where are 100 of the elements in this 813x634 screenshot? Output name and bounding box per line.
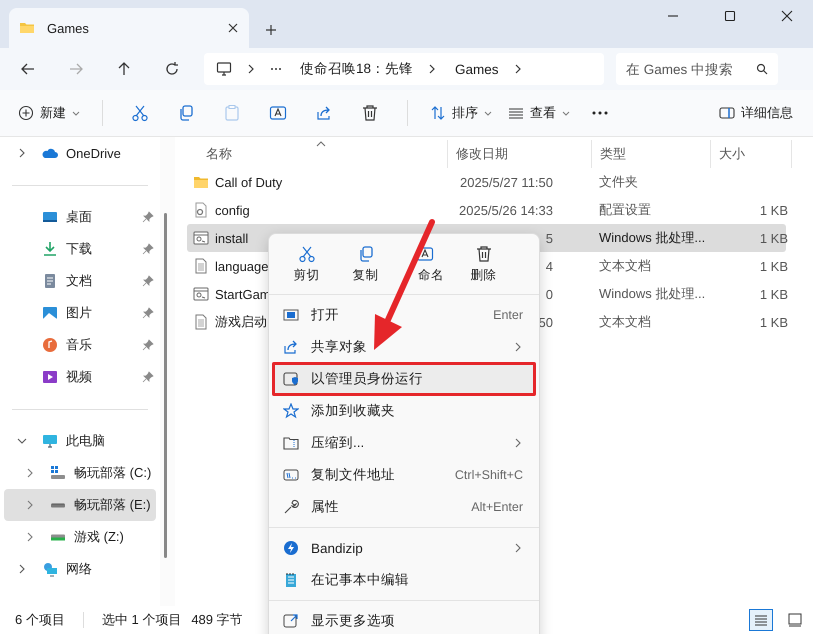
chevron-right-icon [512, 64, 523, 74]
trash-icon[interactable] [361, 104, 379, 122]
wrench-icon [283, 499, 299, 515]
close-icon[interactable] [781, 10, 793, 22]
address-bar[interactable]: 使命召唤18：先锋 Games [204, 53, 604, 85]
file-type: 配置设置 [599, 202, 651, 217]
search-field[interactable]: 在 Games 中搜索 [616, 53, 778, 85]
menu-item[interactable]: 属性 Alt+Enter [273, 491, 535, 523]
chevron-icon[interactable] [25, 500, 35, 510]
drive-icon [50, 465, 66, 481]
copy-action[interactable]: 复制 [336, 242, 395, 286]
chevron-icon[interactable] [17, 564, 27, 574]
menu-item[interactable]: Bandizip [273, 532, 535, 564]
pin-icon[interactable] [142, 307, 154, 319]
menu-item[interactable]: 打开 Enter [273, 299, 535, 331]
chevron-right-icon [427, 64, 438, 74]
file-type: 文件夹 [599, 174, 638, 189]
plus-circle-icon [18, 105, 34, 121]
file-size: 1 KB [760, 202, 788, 218]
column-header[interactable]: 大小 [711, 140, 792, 168]
path-icon [283, 467, 299, 483]
sidebar-item[interactable]: 游戏 (Z:) [4, 521, 156, 553]
cut-icon[interactable] [131, 104, 149, 122]
sort-button[interactable]: 排序 [422, 100, 500, 126]
more-icon [283, 613, 299, 629]
sidebar-item[interactable]: 视频 [4, 361, 156, 393]
file-name: Call of Duty [215, 174, 282, 190]
column-header[interactable]: 修改日期 [448, 140, 592, 168]
file-name: install [215, 230, 248, 246]
network-icon [42, 561, 58, 577]
shortcut-text: Enter [493, 308, 523, 322]
column-header[interactable]: 类型 [592, 140, 711, 168]
refresh-icon[interactable] [164, 61, 180, 77]
chevron-icon[interactable] [25, 532, 35, 542]
selection-size: 489 字节 [191, 611, 243, 629]
delete-action[interactable]: 删除 [454, 242, 513, 286]
breadcrumb-item[interactable]: 使命召唤18：先锋 [300, 60, 414, 78]
breadcrumb-item[interactable]: Games [455, 62, 499, 76]
search-icon [756, 63, 768, 75]
view-button[interactable]: 查看 [500, 100, 578, 126]
menu-item[interactable]: 压缩到... [273, 427, 535, 459]
file-size: 1 KB [760, 230, 788, 246]
file-name: language [215, 258, 268, 274]
text-file-icon [193, 258, 209, 274]
scrollbar-thumb[interactable] [164, 213, 167, 558]
drive-icon [50, 502, 66, 508]
back-arrow-icon[interactable] [20, 61, 36, 77]
new-button[interactable]: 新建 [12, 100, 88, 126]
script-file-icon [193, 286, 209, 302]
sidebar-item[interactable]: 音乐 [4, 329, 156, 361]
pin-icon[interactable] [142, 339, 154, 351]
plus-icon[interactable] [265, 24, 277, 36]
sidebar-item[interactable]: 此电脑 [4, 425, 156, 457]
sidebar-item[interactable]: OneDrive [4, 137, 156, 169]
file-type: 文本文档 [599, 314, 651, 329]
menu-item[interactable]: 以管理员身份运行 [273, 363, 535, 395]
pin-icon[interactable] [142, 211, 154, 223]
pin-icon[interactable] [142, 371, 154, 383]
details-view-button[interactable] [749, 609, 773, 631]
browser-tab[interactable]: Games [9, 8, 249, 48]
rename-icon[interactable] [269, 104, 287, 122]
menu-item[interactable]: 在记事本中编辑 [273, 564, 535, 596]
column-header[interactable]: 名称 [187, 140, 448, 168]
menu-item[interactable]: 添加到收藏夹 [273, 395, 535, 427]
sidebar-item[interactable]: 图片 [4, 297, 156, 329]
modified-date: 4 [546, 258, 553, 274]
details-pane-button[interactable]: 详细信息 [711, 100, 801, 126]
folder-icon [193, 174, 209, 190]
menu-item[interactable]: 复制文件地址 Ctrl+Shift+C [273, 459, 535, 491]
caret-down-icon [484, 109, 492, 117]
sidebar-item[interactable]: 桌面 [4, 201, 156, 233]
chevron-icon[interactable] [17, 436, 27, 446]
sort-caret-icon [316, 141, 326, 147]
menu-item[interactable]: 显示更多选项 [273, 605, 535, 634]
up-arrow-icon[interactable] [116, 61, 132, 77]
modified-date: 5 [546, 230, 553, 246]
pin-icon[interactable] [142, 243, 154, 255]
sort-arrows-icon [430, 105, 446, 121]
rename-action[interactable]: 命名 [395, 242, 454, 286]
pin-icon[interactable] [142, 275, 154, 287]
folder-icon [19, 20, 35, 36]
sidebar-item[interactable]: 文档 [4, 265, 156, 297]
chevron-icon[interactable] [17, 148, 27, 158]
tab-title: Games [47, 20, 90, 36]
close-icon[interactable] [227, 22, 239, 34]
maximize-icon[interactable] [724, 10, 736, 22]
sidebar-item[interactable]: 网络 [4, 553, 156, 585]
more-options-icon[interactable] [592, 111, 608, 115]
sidebar-item[interactable]: 畅玩部落 (E:) [4, 489, 156, 521]
chevron-icon[interactable] [25, 468, 35, 478]
file-size: 1 KB [760, 314, 788, 330]
more-icon[interactable] [270, 67, 282, 71]
sidebar-item[interactable]: 畅玩部落 (C:) [4, 457, 156, 489]
menu-item[interactable]: 共享对象 [273, 331, 535, 363]
picture-icon [42, 305, 58, 321]
zip-icon [283, 435, 299, 451]
open-icon [283, 307, 299, 323]
sidebar-item[interactable]: 下载 [4, 233, 156, 265]
cut-action[interactable]: 剪切 [277, 242, 336, 286]
caret-down-icon [72, 109, 80, 117]
